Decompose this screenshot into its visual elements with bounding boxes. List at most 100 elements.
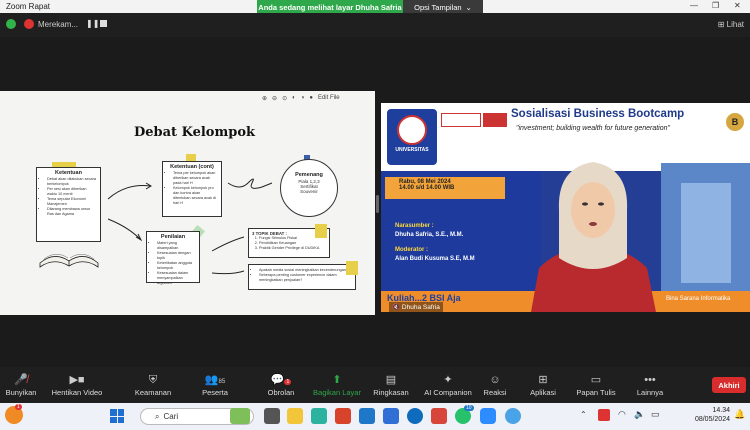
view-button[interactable]: ⊞ Lihat <box>718 20 744 29</box>
participant-name-tag: 🔇 Dhuha Safria <box>389 302 443 312</box>
view-options-button[interactable]: Opsi Tampilan ⌄ <box>403 0 483 14</box>
ketentuan-cont-item: Tema per kelompok akan diberikan secara … <box>173 171 218 186</box>
start-badge: 1 <box>15 404 22 410</box>
notification-bell-icon[interactable]: 🔔 <box>734 409 745 420</box>
unmute-label: Bunyikan <box>5 388 37 397</box>
recording-label: Merekam... <box>38 20 79 29</box>
stop-recording-icon[interactable] <box>100 20 107 27</box>
pemenang-card: Pemenang Piala 1,2,3 Sertifikat Souvenir <box>280 159 338 217</box>
security-button[interactable]: ⛨ Keamanan <box>120 373 186 397</box>
zoom-window: Zoom Rapat — ❐ ✕ Anda sedang melihat lay… <box>0 0 750 430</box>
search-icon: ⌕ <box>155 411 160 421</box>
volume-icon[interactable]: 🔈 <box>634 409 645 420</box>
tray-app-icon[interactable] <box>598 409 610 421</box>
wifi-icon[interactable]: ◠ <box>618 409 626 420</box>
penilaian-item: Keterlibatan anggota kelompok <box>157 261 196 271</box>
share-status-bar: Anda sedang melihat layar Dhuha Safria O… <box>257 0 483 14</box>
security-shield-icon[interactable] <box>6 19 16 29</box>
windows-start-icon[interactable] <box>110 409 124 423</box>
present-icon[interactable]: ● <box>309 95 313 101</box>
system-tray-chevron-icon[interactable]: ⌃ <box>580 410 587 419</box>
edge-icon[interactable] <box>407 408 423 424</box>
pause-recording-icon[interactable]: ❚❚ <box>86 19 99 28</box>
close-icon[interactable]: ✕ <box>734 1 741 10</box>
tape-decoration <box>315 224 327 238</box>
moderator-name: Alan Budi Kusuma S.E, M.M <box>395 256 475 262</box>
view-label: Lihat <box>726 20 744 29</box>
banner-subtitle: "investment; building wealth for future … <box>516 125 671 132</box>
summary-label: Ringkasan <box>373 388 409 397</box>
kampus-merdeka-logo <box>483 113 507 127</box>
reactions-label: Reaksi <box>483 388 507 397</box>
university-logo: UNIVERSITAS <box>387 109 437 165</box>
whatsapp-icon[interactable]: 10 <box>455 405 474 424</box>
store-icon[interactable] <box>311 408 327 424</box>
edit-file-button[interactable]: Edit File <box>318 95 340 101</box>
participant-name: Dhuha Safria <box>401 304 440 311</box>
ketentuan-cont-title: Ketentuan (cont) <box>170 164 214 170</box>
window-title: Zoom Rapat <box>6 2 51 11</box>
fit-icon[interactable]: ⊙ <box>282 95 287 102</box>
ketentuan-cont-item: Kelompok kelompok pro dan kontra akan di… <box>173 186 218 206</box>
next-icon[interactable]: ◑ <box>301 95 305 101</box>
apps-label: Aplikasi <box>530 388 556 397</box>
banner-title: Sosialisasi Business Bootcamp <box>511 108 685 120</box>
slide-toolbar: ⊕ ⊖ ⊙ ◐ ◑ ● Edit File <box>262 93 372 103</box>
penilaian-title: Penilaian <box>160 234 186 240</box>
logo-emblem-icon <box>397 115 427 145</box>
speaker-video: UNIVERSITAS Sosialisasi Business Bootcam… <box>381 103 750 312</box>
penilaian-item: Materi yang disampaikan <box>157 241 196 251</box>
minimize-icon[interactable]: — <box>690 1 698 10</box>
task-view-icon[interactable] <box>264 408 280 424</box>
stop-video-label: Hentikan Video <box>51 388 103 397</box>
more-label: Lainnya <box>636 388 664 397</box>
meeting-info-bar: Merekam... ❚❚ ⊞ Lihat <box>0 13 750 37</box>
chat-label: Obrolan <box>267 388 295 397</box>
more-button[interactable]: ••• Lainnya <box>617 373 683 397</box>
shared-slide: Debat Kelompok Ketentuan Debat akan dila… <box>0 91 375 315</box>
chrome-icon[interactable] <box>505 408 521 424</box>
pemenang-title: Pemenang <box>295 172 323 178</box>
taskbar-clock[interactable]: 14.34 08/05/2024 <box>690 406 730 424</box>
participants-label: Peserta <box>202 388 228 397</box>
chevron-down-icon: ⌄ <box>465 2 472 12</box>
questions-card: Apakah media sosial meningkatkan kecende… <box>248 264 356 290</box>
narasumber-name: Dhuha Safria, S.E., M.M. <box>395 232 464 238</box>
zoom-out-icon[interactable]: ⊖ <box>272 95 277 102</box>
narasumber-label: Narasumber : <box>395 223 434 229</box>
date-box: Rabu, 08 Mei 2024 14.00 s/d 14.00 WIB <box>385 177 505 199</box>
end-meeting-button[interactable]: Akhiri <box>712 377 746 393</box>
chat-badge: 1 <box>284 379 292 385</box>
stop-video-button[interactable]: ▶︎■ Hentikan Video <box>44 373 110 397</box>
battery-icon[interactable]: ▭ <box>651 409 660 420</box>
participants-button[interactable]: 👥85 Peserta <box>182 373 248 397</box>
file-explorer-icon[interactable] <box>287 408 303 424</box>
prev-icon[interactable]: ◐ <box>292 95 296 101</box>
clock-time: 14.34 <box>712 407 730 414</box>
maximize-icon[interactable]: ❐ <box>712 1 719 10</box>
speaker-person <box>531 162 656 312</box>
splitter-handle[interactable] <box>376 195 379 213</box>
event-info-panel: Rabu, 08 Mei 2024 14.00 s/d 14.00 WIB Na… <box>381 171 541 291</box>
view-options-label: Opsi Tampilan <box>414 2 462 12</box>
partner-logo <box>441 113 481 127</box>
ketentuan-cont-card: Ketentuan (cont) Tema per kelompok akan … <box>162 161 222 217</box>
record-icon <box>24 19 34 29</box>
bottom-strip-right: Bina Sarana Informatika <box>666 296 731 302</box>
event-time: 14.00 s/d 14.00 WIB <box>399 185 455 191</box>
powerpoint-icon[interactable] <box>431 408 447 424</box>
office-icon[interactable] <box>335 408 351 424</box>
search-placeholder: Cari <box>163 412 179 421</box>
zoom-in-icon[interactable]: ⊕ <box>262 95 267 102</box>
topik-item: Praktik Gender Privilege di DUDIKA <box>259 246 326 251</box>
weather-icon[interactable]: 1 <box>5 404 23 424</box>
tape-decoration <box>346 261 358 275</box>
outlook-icon[interactable] <box>383 408 399 424</box>
pemenang-item: Souvenir <box>300 189 318 194</box>
penilaian-item: Kesesuaian dalam menyampaikan argumen <box>157 271 196 286</box>
notification-badge: 10 <box>464 405 474 411</box>
event-date: Rabu, 08 Mei 2024 <box>399 179 451 185</box>
zoom-app-icon[interactable] <box>480 408 496 424</box>
word-icon[interactable] <box>359 408 375 424</box>
participants-count: 85 <box>218 379 226 385</box>
